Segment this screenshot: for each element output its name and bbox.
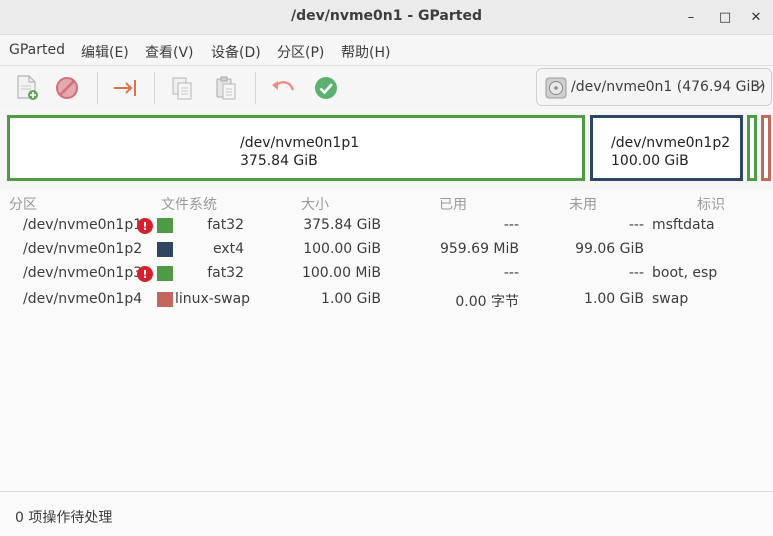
- flags: msftdata: [652, 217, 715, 233]
- flags: swap: [652, 291, 689, 307]
- partition-block-nvme0n1p3[interactable]: [747, 115, 757, 181]
- used: 0.00 字节: [455, 294, 519, 310]
- used: ---: [503, 217, 519, 233]
- copy-icon: [172, 77, 192, 100]
- filesystem-color-swatch: [157, 266, 173, 281]
- filesystem-color-swatch: [157, 218, 173, 233]
- partition-block-nvme0n1p2[interactable]: /dev/nvme0n1p2 100.00 GiB: [590, 115, 743, 181]
- new-partition-button[interactable]: [11, 72, 43, 104]
- unused: 1.00 GiB: [584, 291, 644, 307]
- resize-move-button[interactable]: [109, 72, 141, 104]
- device-label: /dev/nvme0n1 (476.94 GiB): [571, 79, 766, 95]
- filesystem: linux-swap: [175, 291, 251, 307]
- table-row[interactable]: /dev/nvme0n1p1 ! fat32 375.84 GiB --- --…: [0, 214, 773, 238]
- unused: ---: [628, 265, 644, 281]
- partition-table-header: 分区 文件系统 大小 已用 未用 标识: [0, 190, 773, 214]
- size: 1.00 GiB: [321, 291, 381, 307]
- partition-block-size: 100.00 GiB: [611, 153, 689, 169]
- filesystem-color-swatch: [157, 242, 173, 257]
- column-header-partition[interactable]: 分区: [9, 194, 37, 214]
- menu-bar: GParted 编辑(E) 查看(V) 设备(D) 分区(P) 帮助(H): [0, 35, 773, 66]
- toolbar-separator: [255, 72, 256, 104]
- partition-name: /dev/nvme0n1p2: [23, 241, 143, 257]
- menu-device[interactable]: 设备(D): [211, 42, 261, 62]
- column-header-size[interactable]: 大小: [301, 194, 329, 214]
- delete-button[interactable]: [51, 72, 83, 104]
- apply-icon: [315, 77, 337, 99]
- maximize-button[interactable]: □: [714, 6, 736, 28]
- column-header-flags[interactable]: 标识: [697, 194, 725, 214]
- column-header-used[interactable]: 已用: [439, 194, 467, 214]
- flags: boot, esp: [652, 265, 718, 281]
- filesystem: fat32: [207, 265, 244, 281]
- window-title: /dev/nvme0n1 - GParted: [291, 8, 482, 24]
- column-header-unused[interactable]: 未用: [569, 194, 597, 214]
- size: 375.84 GiB: [303, 217, 381, 233]
- menu-view[interactable]: 查看(V): [145, 42, 194, 62]
- undo-icon: [272, 81, 295, 91]
- filesystem: ext4: [212, 241, 244, 257]
- partition-block-nvme0n1p4[interactable]: [761, 115, 771, 181]
- partition-block-nvme0n1p1[interactable]: /dev/nvme0n1p1 375.84 GiB: [7, 115, 585, 181]
- table-row[interactable]: /dev/nvme0n1p2 ext4 100.00 GiB 959.69 Mi…: [0, 238, 773, 262]
- title-bar: /dev/nvme0n1 - GParted – □ ✕: [0, 0, 773, 35]
- filesystem: fat32: [207, 217, 244, 233]
- minimize-button[interactable]: –: [680, 6, 702, 28]
- partition-name: /dev/nvme0n1p1: [23, 217, 143, 233]
- table-row[interactable]: /dev/nvme0n1p4 linux-swap 1.00 GiB 0.00 …: [0, 288, 773, 312]
- size: 100.00 MiB: [301, 265, 381, 281]
- menu-gparted[interactable]: GParted: [9, 42, 65, 58]
- resize-move-icon: [114, 80, 136, 96]
- used: ---: [503, 265, 519, 281]
- menu-help[interactable]: 帮助(H): [341, 42, 390, 62]
- disk-icon: [545, 77, 567, 99]
- new-partition-icon: [17, 75, 38, 100]
- copy-button[interactable]: [166, 72, 198, 104]
- used: 959.69 MiB: [439, 241, 519, 257]
- status-bar: 0 项操作待处理: [0, 491, 773, 536]
- warning-icon: !: [137, 218, 153, 234]
- partition-name: /dev/nvme0n1p4: [23, 291, 143, 307]
- warning-icon: !: [137, 266, 153, 282]
- pending-operations-text: 0 项操作待处理: [15, 510, 113, 526]
- device-selector[interactable]: /dev/nvme0n1 (476.94 GiB): [536, 68, 772, 106]
- size: 100.00 GiB: [303, 241, 381, 257]
- partition-block-name: /dev/nvme0n1p2: [611, 135, 731, 151]
- menu-partition[interactable]: 分区(P): [277, 42, 324, 62]
- partition-block-size: 375.84 GiB: [240, 153, 318, 169]
- partition-name: /dev/nvme0n1p3: [23, 265, 143, 281]
- delete-icon: [56, 77, 78, 99]
- toolbar-separator: [154, 72, 155, 104]
- apply-button[interactable]: [310, 72, 342, 104]
- close-button[interactable]: ✕: [745, 6, 767, 28]
- unused: ---: [628, 217, 644, 233]
- chevron-down-icon: [754, 83, 764, 89]
- undo-button[interactable]: [267, 72, 299, 104]
- filesystem-color-swatch: [157, 292, 173, 307]
- paste-icon: [216, 76, 236, 100]
- table-row[interactable]: /dev/nvme0n1p3 ! fat32 100.00 MiB --- --…: [0, 262, 773, 286]
- partition-map: /dev/nvme0n1p1 375.84 GiB /dev/nvme0n1p2…: [0, 111, 773, 189]
- paste-button[interactable]: [210, 72, 242, 104]
- menu-edit[interactable]: 编辑(E): [81, 42, 129, 62]
- toolbar-separator: [97, 72, 98, 104]
- partition-block-name: /dev/nvme0n1p1: [240, 135, 360, 151]
- column-header-filesystem[interactable]: 文件系统: [161, 194, 217, 214]
- unused: 99.06 GiB: [575, 241, 644, 257]
